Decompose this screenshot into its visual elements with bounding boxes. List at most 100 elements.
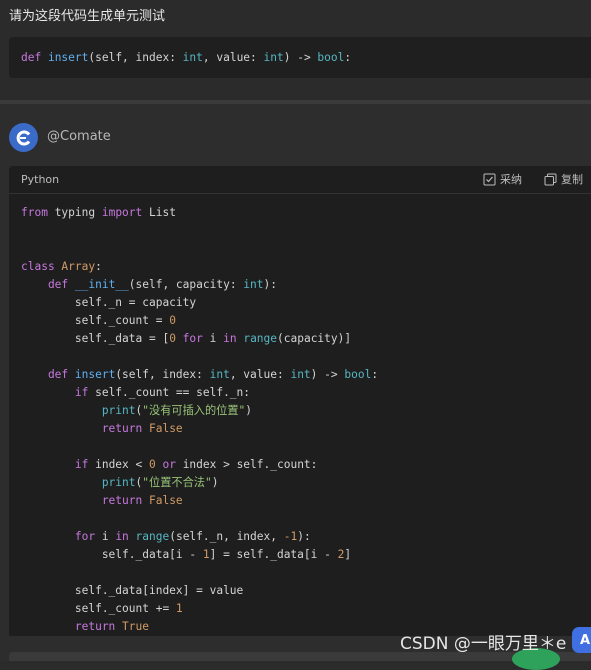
- code-token: :: [344, 51, 352, 64]
- code-token: ): [245, 404, 252, 417]
- code-language: Python: [21, 173, 60, 186]
- code-token: False: [148, 494, 183, 507]
- code-token: in: [115, 530, 136, 543]
- code-token: return: [21, 422, 149, 435]
- code-token: __init__: [74, 278, 129, 291]
- code-token: import: [101, 206, 149, 219]
- code-token: self._count +=: [21, 602, 176, 615]
- code-token: return: [21, 494, 149, 507]
- code-token: 1: [202, 548, 210, 561]
- code-token: , value:: [229, 368, 291, 381]
- code-line: self._n = capacity: [21, 294, 378, 312]
- code-token: 0: [169, 314, 176, 327]
- code-token: ]: [344, 548, 352, 561]
- code-body: from typing import List class Array: def …: [21, 204, 378, 636]
- code-token: return: [21, 620, 123, 633]
- code-token: bool: [344, 368, 372, 381]
- code-token: insert: [47, 51, 89, 64]
- code-line: self._count = 0: [21, 312, 378, 330]
- code-token: insert: [74, 368, 116, 381]
- code-token: Array: [61, 260, 96, 273]
- code-token: (self._n, index,: [169, 530, 284, 543]
- ai-badge-button[interactable]: A: [572, 627, 591, 653]
- code-token: from: [21, 206, 55, 219]
- code-token: int: [290, 368, 311, 381]
- code-token: , value:: [202, 51, 264, 64]
- code-token: self._data[i -: [21, 548, 203, 561]
- code-token: (capacity)]: [277, 332, 352, 345]
- assistant-answer-area: @Comate Python 采纳 复制 from typing import …: [0, 104, 591, 661]
- code-token: "没有可插入的位置": [142, 404, 246, 417]
- code-token: 1: [175, 602, 183, 615]
- code-token: or: [155, 458, 183, 471]
- code-token: ): [211, 476, 219, 489]
- code-token: def: [21, 51, 48, 64]
- adopt-button[interactable]: 采纳: [483, 171, 522, 187]
- code-line: return False: [21, 420, 378, 438]
- code-token: for: [21, 530, 102, 543]
- code-token: (self, capacity:: [128, 278, 244, 291]
- code-token: :: [371, 368, 379, 381]
- prompt-code-line: def insert(self, index: int, value: int)…: [21, 51, 351, 64]
- code-token: int: [209, 368, 230, 381]
- code-token: "位置不合法": [142, 476, 212, 489]
- code-token: self._count == self._n:: [95, 386, 251, 399]
- code-token: print: [21, 476, 136, 489]
- copy-button[interactable]: 复制: [544, 171, 583, 187]
- code-token: int: [182, 51, 203, 64]
- code-line: self._count += 1: [21, 600, 378, 618]
- code-line: for i in range(self._n, index, -1):: [21, 528, 378, 546]
- watermark: CSDN @一眼万里＊e: [400, 634, 567, 654]
- code-token: def: [21, 368, 75, 381]
- code-token: (self, index:: [115, 368, 210, 381]
- code-token: -1: [283, 530, 298, 543]
- code-line: if index < 0 or index > self._count:: [21, 456, 378, 474]
- comate-logo-icon: [9, 123, 38, 152]
- code-line: print("没有可插入的位置"): [21, 402, 378, 420]
- code-token: in: [223, 332, 244, 345]
- code-token: :: [95, 260, 102, 273]
- code-token: False: [148, 422, 183, 435]
- code-token: 0: [148, 458, 156, 471]
- code-token: 0: [169, 332, 176, 345]
- code-token: ):: [263, 278, 277, 291]
- code-token: range: [243, 332, 278, 345]
- code-line: self._data[i - 1] = self._data[i - 2]: [21, 546, 378, 564]
- code-token: ):: [297, 530, 311, 543]
- adopt-label: 采纳: [500, 173, 522, 186]
- code-line: if self._count == self._n:: [21, 384, 378, 402]
- code-line: def insert(self, index: int, value: int)…: [21, 366, 378, 384]
- code-line: return True: [21, 618, 378, 636]
- code-line: self._data[index] = value: [21, 582, 378, 600]
- code-token: print: [21, 404, 136, 417]
- code-token: typing: [54, 206, 102, 219]
- code-token: self._data = [: [21, 332, 170, 345]
- code-token: int: [263, 51, 284, 64]
- code-token: True: [122, 620, 149, 633]
- code-token: if: [21, 386, 96, 399]
- adopt-check-icon: [483, 173, 496, 185]
- code-token: self._count =: [21, 314, 170, 327]
- code-header: Python 采纳 复制: [9, 166, 591, 194]
- prompt-code-block: def insert(self, index: int, value: int)…: [9, 37, 591, 78]
- user-prompt-area: 请为这段代码生成单元测试 def insert(self, index: int…: [0, 0, 591, 100]
- code-token: i: [101, 530, 116, 543]
- code-line: return False: [21, 492, 378, 510]
- code-token: index <: [95, 458, 149, 471]
- code-token: (self, index:: [88, 51, 183, 64]
- code-token: self._n = capacity: [21, 296, 197, 309]
- code-token: for: [175, 332, 210, 345]
- code-token: def: [21, 278, 75, 291]
- code-token: bool: [317, 51, 345, 64]
- copy-label: 复制: [561, 173, 583, 186]
- code-token: int: [243, 278, 264, 291]
- code-line: print("位置不合法"): [21, 474, 378, 492]
- prompt-text: 请为这段代码生成单元测试: [9, 9, 166, 24]
- code-line: def __init__(self, capacity: int):: [21, 276, 378, 294]
- code-token: index > self._count:: [182, 458, 318, 471]
